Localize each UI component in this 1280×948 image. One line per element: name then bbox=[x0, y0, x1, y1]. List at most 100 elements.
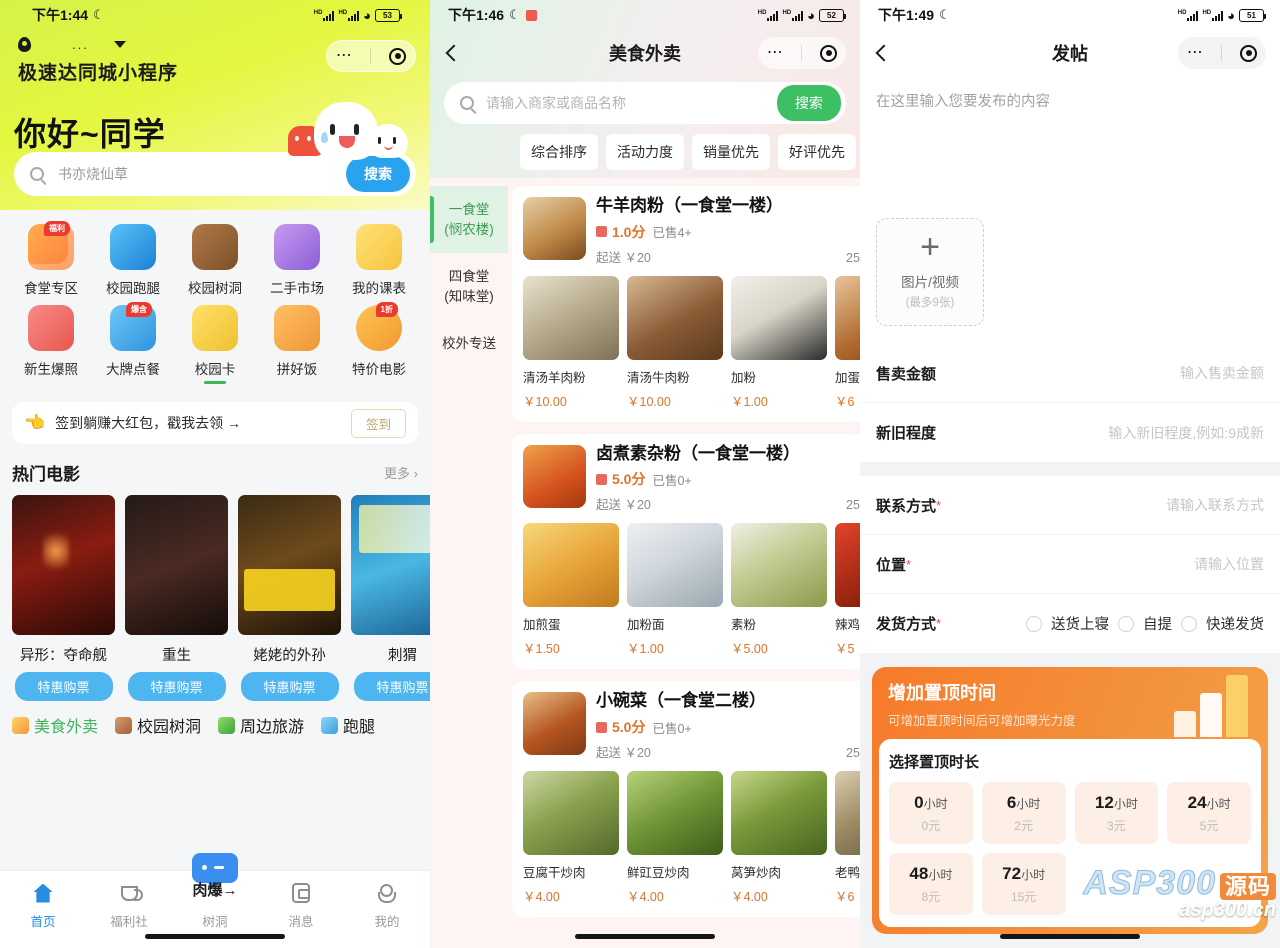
sidebar-item-canteen-4[interactable]: 四食堂 (知味堂) bbox=[430, 253, 508, 320]
watermark-badge: 源码 bbox=[1219, 873, 1276, 901]
home-search-button[interactable]: 搜索 bbox=[346, 156, 410, 192]
back-icon[interactable] bbox=[445, 44, 463, 62]
movie-card[interactable]: 重生 特惠购票 bbox=[125, 495, 228, 701]
mini-program-capsule[interactable]: ⋯ bbox=[758, 37, 846, 69]
duration-option-72h[interactable]: 72小时 15元 bbox=[981, 853, 1066, 915]
dish-name: 豆腐干炒肉 bbox=[523, 866, 586, 881]
dish-item[interactable]: 加蛋 ￥6 bbox=[835, 275, 860, 410]
signin-banner[interactable]: 👈 签到躺赚大红包，戳我去领 → 签到 bbox=[12, 402, 418, 444]
mini-program-capsule[interactable]: ⋯ bbox=[1178, 37, 1266, 69]
radio-express-shipping[interactable] bbox=[1181, 615, 1197, 632]
shop-card[interactable]: 牛羊肉粉（一食堂一楼） 1.0分 已售4+ 平台专送 起送 ￥20 25分钟2.… bbox=[512, 186, 860, 422]
grid-item-freshman-photo[interactable]: 新生爆照 bbox=[10, 305, 92, 384]
dish-item[interactable]: 老鸭 ￥6 bbox=[835, 771, 860, 905]
signin-button[interactable]: 签到 bbox=[350, 408, 406, 438]
home-search-input[interactable]: 书亦烧仙草 bbox=[58, 164, 346, 184]
grid-item-group-meal[interactable]: 拼好饭 bbox=[256, 305, 338, 384]
food-search-bar[interactable]: 请输入商家或商品名称 搜索 bbox=[444, 82, 846, 124]
close-target-icon[interactable] bbox=[1240, 44, 1258, 62]
shop-card[interactable]: 卤煮素杂粉（一食堂一楼） 5.0分 已售0+ 平台专送 起送 ￥20 25分钟2… bbox=[512, 433, 860, 670]
dish-image bbox=[731, 275, 827, 360]
grid-item-brand-order[interactable]: 爆含 大牌点餐 bbox=[92, 302, 174, 384]
dish-item[interactable]: 加粉面 ￥1.00 bbox=[627, 523, 723, 657]
field-contact[interactable]: 联系方式 * 请输入联系方式 bbox=[860, 476, 1280, 535]
buy-ticket-button[interactable]: 特惠购票 bbox=[240, 672, 339, 701]
radio-label[interactable]: 快递发货 bbox=[1206, 613, 1264, 634]
wifi-icon: ◕ bbox=[807, 7, 815, 23]
quick-link-label: 美食外卖 bbox=[34, 719, 99, 736]
field-input[interactable]: 请输入联系方式 bbox=[1166, 495, 1264, 515]
dish-item[interactable]: 素粉 ￥5.00 bbox=[731, 523, 827, 657]
duration-option-0h[interactable]: 0小时 0元 bbox=[889, 782, 973, 844]
dish-image bbox=[835, 523, 860, 608]
field-input[interactable]: 请输入位置 bbox=[1194, 554, 1264, 574]
field-input[interactable]: 输入新旧程度,例如:9成新 bbox=[1108, 423, 1264, 443]
dish-item[interactable]: 加煎蛋 ￥1.50 bbox=[523, 523, 619, 657]
radio-self-pickup[interactable] bbox=[1118, 615, 1134, 632]
grid-label: 大牌点餐 bbox=[106, 362, 160, 377]
sidebar-item-canteen-1[interactable]: 一食堂 (悯农楼) bbox=[430, 186, 508, 254]
grid-item-market[interactable]: 二手市场 bbox=[256, 224, 338, 297]
quick-link-errand[interactable]: 跑腿 bbox=[321, 713, 375, 737]
sort-chip-rating[interactable]: 好评优先 bbox=[778, 134, 856, 170]
duration-option-48h[interactable]: 48小时 8元 bbox=[889, 853, 973, 915]
battery-icon: 53 bbox=[375, 8, 402, 22]
tab-tree-hole[interactable]: 肉爆→ 树洞 bbox=[172, 853, 258, 930]
campus-card-icon bbox=[192, 305, 238, 351]
required-marker: * bbox=[936, 497, 942, 513]
post-content-textarea[interactable]: 在这里输入您要发布的内容 bbox=[860, 76, 1280, 206]
tab-messages[interactable]: 消息 bbox=[258, 881, 344, 930]
sort-chip-sales[interactable]: 销量优先 bbox=[692, 134, 770, 170]
back-icon[interactable] bbox=[875, 44, 893, 62]
buy-ticket-button[interactable]: 特惠购票 bbox=[127, 672, 226, 701]
grid-badge: 福利 bbox=[44, 221, 70, 236]
movie-card[interactable]: 异形：夺命舰 特惠购票 bbox=[12, 495, 115, 701]
grid-item-treehole[interactable]: 校园树洞 bbox=[174, 224, 256, 297]
grid-item-schedule[interactable]: 我的课表 bbox=[338, 224, 420, 297]
close-target-icon[interactable] bbox=[389, 47, 407, 65]
close-target-icon[interactable] bbox=[820, 44, 838, 62]
dish-item[interactable]: 清汤牛肉粉 ￥10.00 bbox=[627, 275, 723, 410]
sort-chip-promotion[interactable]: 活动力度 bbox=[606, 134, 684, 170]
shop-card[interactable]: 小碗菜（一食堂二楼） 5.0分 已售0+ 平台专送 起送 ￥20 25分钟2.3… bbox=[512, 681, 860, 918]
dish-item[interactable]: 鲜豇豆炒肉 ￥4.00 bbox=[627, 771, 723, 905]
more-link[interactable]: 更多 › bbox=[384, 463, 418, 482]
dish-item[interactable]: 清汤羊肉粉 ￥10.00 bbox=[523, 275, 619, 410]
food-search-button[interactable]: 搜索 bbox=[777, 85, 841, 121]
duration-option-6h[interactable]: 6小时 2元 bbox=[981, 782, 1066, 844]
tab-home[interactable]: 首页 bbox=[0, 881, 86, 930]
grid-item-campus-card[interactable]: 校园卡 bbox=[174, 305, 256, 384]
quick-link-travel[interactable]: 周边旅游 bbox=[218, 713, 304, 737]
buy-ticket-button[interactable]: 特惠购票 bbox=[14, 672, 113, 701]
grid-item-canteen[interactable]: 福利 食堂专区 bbox=[10, 221, 92, 297]
mini-program-capsule[interactable]: ⋯ bbox=[326, 40, 416, 72]
movie-card[interactable]: 姥姥的外孙 特惠购票 bbox=[238, 495, 341, 701]
dish-item[interactable]: 豆腐干炒肉 ￥4.00 bbox=[523, 771, 619, 905]
tab-profile[interactable]: 我的 bbox=[344, 881, 430, 930]
tab-welfare[interactable]: 福利社 bbox=[86, 881, 172, 930]
grid-item-discount-movie[interactable]: 1折 特价电影 bbox=[338, 302, 420, 384]
food-search-input[interactable]: 请输入商家或商品名称 bbox=[486, 93, 777, 113]
field-sale-amount[interactable]: 售卖金额 输入售卖金额 bbox=[860, 344, 1280, 403]
quick-link-food-delivery[interactable]: 美食外卖 bbox=[12, 713, 102, 740]
radio-label[interactable]: 送货上寝 bbox=[1051, 613, 1109, 634]
quick-link-tree-hole[interactable]: 校园树洞 bbox=[115, 713, 201, 737]
media-upload-button[interactable]: + 图片/视频 (最多9张) bbox=[876, 218, 984, 326]
radio-label[interactable]: 自提 bbox=[1143, 613, 1172, 634]
dish-item[interactable]: 莴笋炒肉 ￥4.00 bbox=[731, 771, 827, 905]
grid-label: 校园卡 bbox=[194, 362, 236, 377]
grid-item-errand[interactable]: 校园跑腿 bbox=[92, 224, 174, 297]
duration-option-24h[interactable]: 24小时 5元 bbox=[1167, 782, 1251, 844]
radio-delivery-to-dorm[interactable] bbox=[1026, 615, 1042, 632]
duration-option-12h[interactable]: 12小时 3元 bbox=[1074, 782, 1159, 844]
dish-item[interactable]: 辣鸡 ￥5 bbox=[835, 523, 860, 657]
movie-card[interactable]: 刺猬 特惠购票 bbox=[351, 495, 430, 701]
sort-chip-comprehensive[interactable]: 综合排序 bbox=[520, 134, 598, 170]
dish-item[interactable]: 加粉 ￥1.00 bbox=[731, 275, 827, 410]
field-input[interactable]: 输入售卖金额 bbox=[1180, 363, 1264, 383]
sidebar-item-off-campus[interactable]: 校外专送 bbox=[430, 320, 508, 368]
field-location[interactable]: 位置 * 请输入位置 bbox=[860, 535, 1280, 594]
field-condition[interactable]: 新旧程度 输入新旧程度,例如:9成新 bbox=[860, 403, 1280, 462]
buy-ticket-button[interactable]: 特惠购票 bbox=[353, 672, 430, 701]
location-selector[interactable]: ... 极速达同城小程序 bbox=[14, 34, 178, 85]
